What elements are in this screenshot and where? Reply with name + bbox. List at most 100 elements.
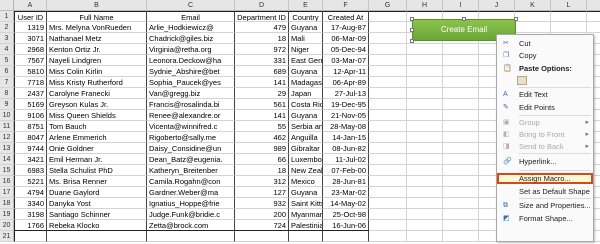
table-cell[interactable]: 561 (235, 99, 289, 110)
empty-cell[interactable] (369, 143, 407, 154)
empty-cell[interactable] (407, 55, 443, 66)
empty-cell[interactable] (407, 44, 443, 55)
table-cell[interactable]: 11-Jul-02 (323, 154, 369, 165)
row-header[interactable]: 3 (0, 33, 14, 44)
column-header-g[interactable]: G (369, 0, 407, 11)
menu-item-size-and-properties[interactable]: ⧉ Size and Properties... (497, 200, 593, 211)
menu-item-edit-points[interactable]: ✎ Edit Points (497, 102, 593, 113)
empty-cell[interactable] (407, 154, 443, 165)
empty-cell[interactable] (515, 11, 551, 22)
row-header[interactable]: 13 (0, 143, 14, 154)
table-cell[interactable]: Virginia@retha.org (147, 44, 235, 55)
empty-cell[interactable] (369, 99, 407, 110)
table-cell[interactable]: 312 (235, 176, 289, 187)
table-cell[interactable]: 27-Jul-13 (323, 88, 369, 99)
empty-cell[interactable] (289, 231, 323, 242)
row-header[interactable]: 1 (0, 11, 14, 22)
empty-cell[interactable] (369, 110, 407, 121)
empty-cell[interactable] (407, 220, 443, 231)
empty-cell[interactable] (587, 11, 600, 22)
empty-cell[interactable] (369, 165, 407, 176)
table-cell[interactable]: 1319 (14, 22, 47, 33)
table-cell[interactable]: Santiago Schinner (47, 209, 147, 220)
menu-item-copy[interactable]: ❐ Copy (497, 50, 593, 61)
table-cell[interactable]: 28-May-08 (323, 121, 369, 132)
table-cell[interactable]: 3421 (14, 154, 47, 165)
menu-item-group[interactable]: ▣ Group ▸ (497, 117, 593, 128)
row-header[interactable]: 7 (0, 77, 14, 88)
empty-cell[interactable] (443, 132, 479, 143)
menu-item-set-as-default-shape[interactable]: Set as Default Shape (497, 186, 593, 197)
empty-cell[interactable] (551, 11, 587, 22)
table-cell[interactable]: 28-Jun-81 (323, 176, 369, 187)
menu-item-assign-macro[interactable]: Assign Macro... (497, 173, 593, 184)
row-header[interactable]: 19 (0, 209, 14, 220)
column-header-a[interactable]: A (14, 0, 47, 11)
row-header[interactable]: 8 (0, 88, 14, 99)
empty-cell[interactable] (407, 143, 443, 154)
row-header[interactable]: 2 (0, 22, 14, 33)
empty-cell[interactable] (407, 77, 443, 88)
table-cell[interactable]: Van@gregg.biz (147, 88, 235, 99)
menu-item-hyperlink[interactable]: 🔗 Hyperlink... (497, 156, 593, 167)
empty-cell[interactable] (443, 55, 479, 66)
empty-cell[interactable] (587, 22, 600, 33)
table-cell[interactable]: 724 (235, 220, 289, 231)
column-header-h[interactable]: H (407, 0, 443, 11)
table-cell[interactable]: Miss Queen Shields (47, 110, 147, 121)
table-cell[interactable]: 972 (235, 44, 289, 55)
column-header-l[interactable]: L (551, 0, 587, 11)
table-cell[interactable]: Stella Schulist PhD (47, 165, 147, 176)
table-cell[interactable]: Judge.Funk@bridie.c (147, 209, 235, 220)
menu-item-cut[interactable]: ✂ Cut (497, 38, 593, 49)
table-cell[interactable]: 21-Nov-05 (323, 110, 369, 121)
table-cell[interactable]: East Germ (289, 55, 323, 66)
table-cell[interactable]: 932 (235, 198, 289, 209)
table-cell[interactable]: Guyana (289, 110, 323, 121)
table-cell[interactable]: Sophia_Paucek@yes (147, 77, 235, 88)
empty-cell[interactable] (235, 231, 289, 242)
column-header-m[interactable]: M (587, 0, 600, 11)
menu-item-bring-to-front[interactable]: ◧ Bring to Front ▸ (497, 129, 593, 140)
select-all-corner[interactable] (0, 0, 14, 11)
empty-cell[interactable] (407, 121, 443, 132)
table-cell[interactable]: 989 (235, 143, 289, 154)
empty-cell[interactable] (443, 77, 479, 88)
table-cell[interactable]: 9106 (14, 110, 47, 121)
table-cell[interactable]: Madagasc (289, 77, 323, 88)
empty-cell[interactable] (551, 22, 587, 33)
table-header-cell[interactable]: Department ID (235, 11, 289, 22)
empty-cell[interactable] (323, 231, 369, 242)
table-cell[interactable]: 5169 (14, 99, 47, 110)
table-cell[interactable]: 14-Jan-15 (323, 132, 369, 143)
table-cell[interactable]: Niger (289, 44, 323, 55)
table-cell[interactable]: Arlene Emmerich (47, 132, 147, 143)
table-cell[interactable]: Costa Rica (289, 99, 323, 110)
column-header-d[interactable]: D (235, 0, 289, 11)
empty-cell[interactable] (443, 99, 479, 110)
empty-cell[interactable] (369, 88, 407, 99)
table-cell[interactable]: 3340 (14, 198, 47, 209)
column-header-j[interactable]: J (479, 0, 515, 11)
table-cell[interactable]: Mrs. Melyna VonRueden (47, 22, 147, 33)
empty-cell[interactable] (443, 121, 479, 132)
empty-cell[interactable] (369, 44, 407, 55)
resize-handle[interactable] (410, 39, 414, 43)
table-cell[interactable]: 55 (235, 121, 289, 132)
empty-cell[interactable] (407, 209, 443, 220)
empty-cell[interactable] (369, 55, 407, 66)
empty-cell[interactable] (407, 110, 443, 121)
empty-cell[interactable] (443, 165, 479, 176)
table-cell[interactable]: Guyana (289, 187, 323, 198)
table-cell[interactable]: 05-Dec-94 (323, 44, 369, 55)
table-cell[interactable]: Danyka Yost (47, 198, 147, 209)
table-cell[interactable]: Rebeka Klocko (47, 220, 147, 231)
table-cell[interactable]: Duane Gaylord (47, 187, 147, 198)
table-cell[interactable]: Emil Herman Jr. (47, 154, 147, 165)
empty-cell[interactable] (443, 88, 479, 99)
table-cell[interactable]: Anguilla (289, 132, 323, 143)
table-cell[interactable]: Francis@rosalinda.bi (147, 99, 235, 110)
table-cell[interactable]: Gibraltar (289, 143, 323, 154)
column-header-k[interactable]: K (515, 0, 551, 11)
table-cell[interactable]: Daisy_Considine@un (147, 143, 235, 154)
